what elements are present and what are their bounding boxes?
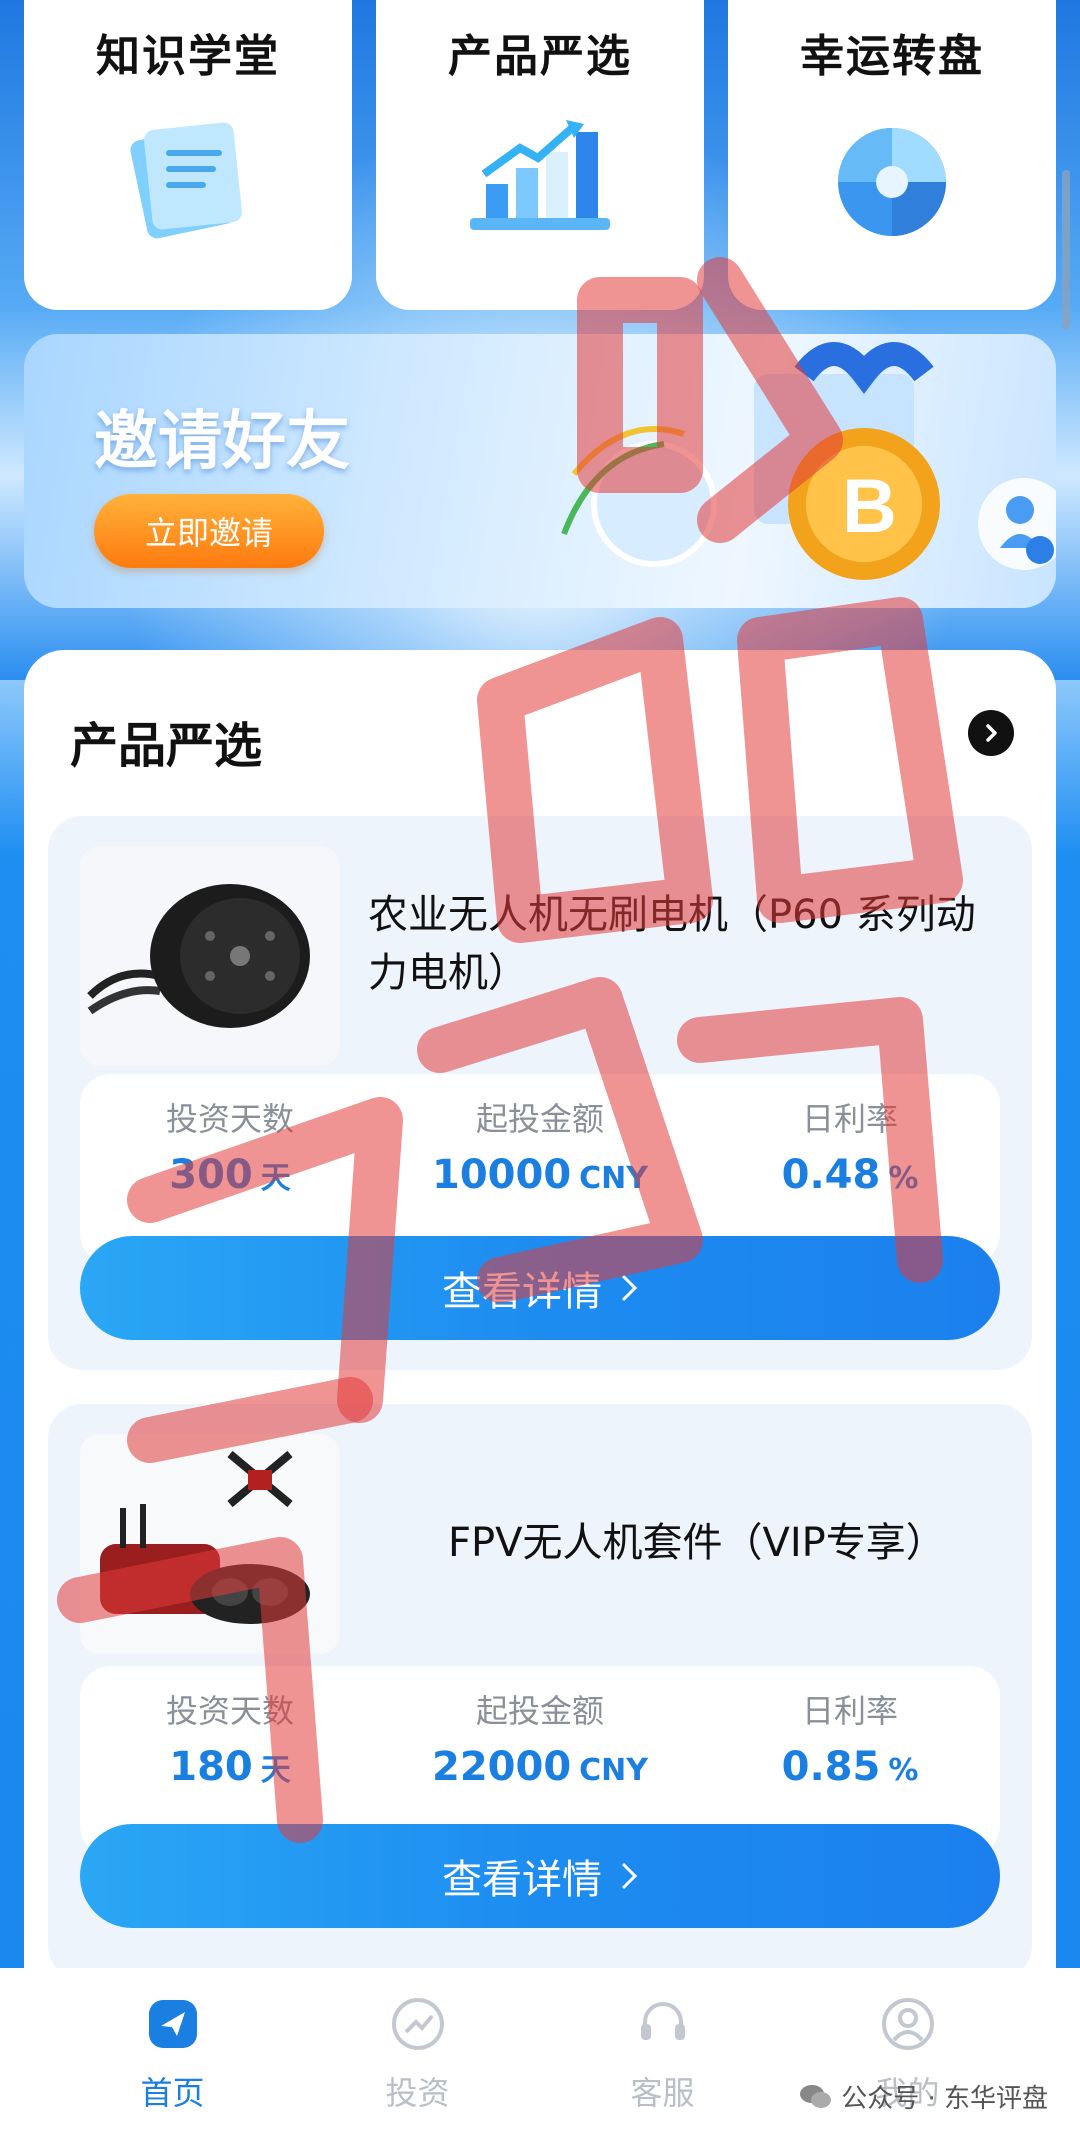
stat-min-amount: 起投金额 22000 CNY <box>390 1686 690 1790</box>
svg-text:B: B <box>842 464 897 549</box>
stat-daily-rate: 日利率 0.48% <box>700 1094 1000 1198</box>
tile-title: 产品严选 <box>448 31 632 82</box>
tile-knowledge[interactable]: 知识学堂 <box>24 0 352 310</box>
stat-value: 180 天 <box>80 1744 380 1790</box>
stat-value: 300 天 <box>80 1152 380 1198</box>
stat-number: 22000 <box>431 1744 572 1790</box>
stat-days: 投资天数 300 天 <box>80 1094 380 1198</box>
stat-daily-rate: 日利率 0.85% <box>700 1686 1000 1790</box>
stat-days: 投资天数 180 天 <box>80 1686 380 1790</box>
view-details-button[interactable]: 查看详情 <box>80 1236 1000 1340</box>
invest-icon <box>391 1998 444 2050</box>
tab-support[interactable]: 客服 <box>583 1968 743 2138</box>
tab-label: 投资 <box>385 2074 450 2112</box>
scrollbar[interactable] <box>1062 170 1070 330</box>
motor-photo <box>80 846 340 1066</box>
product-card[interactable]: FPV无人机套件（VIP专享） 投资天数 180 天 起投金额 22000 CNY … <box>48 1404 1032 1980</box>
stat-label: 起投金额 <box>475 1100 604 1138</box>
stat-label: 日利率 <box>801 1692 898 1730</box>
tile-products[interactable]: 产品严选 <box>376 0 704 310</box>
stat-label: 投资天数 <box>165 1692 294 1730</box>
tile-title: 知识学堂 <box>96 31 280 82</box>
stat-value: 0.48% <box>700 1152 1000 1198</box>
headset-icon <box>640 2002 685 2040</box>
invite-title: 邀请好友 <box>94 405 350 479</box>
stat-value: 10000 CNY <box>390 1152 690 1198</box>
stat-unit: % <box>888 1161 919 1196</box>
stat-unit: 天 <box>260 1753 291 1788</box>
stat-unit: CNY <box>579 1753 649 1788</box>
wheel-icon <box>838 128 946 236</box>
stat-number: 0.48 <box>781 1152 881 1198</box>
product-name: FPV无人机套件（VIP专享） <box>448 1520 946 1566</box>
tab-label: 客服 <box>630 2074 695 2112</box>
button-label: 查看详情 <box>442 1857 602 1903</box>
tab-home[interactable]: 首页 <box>93 1968 253 2138</box>
button-label: 查看详情 <box>442 1269 602 1315</box>
tab-invest[interactable]: 投资 <box>338 1968 498 2138</box>
footer-credit: 公众号 · 东华评盘 <box>799 2078 1048 2115</box>
document-icon <box>130 122 242 239</box>
tile-title: 幸运转盘 <box>800 31 984 82</box>
stat-number: 300 <box>169 1152 253 1198</box>
tab-label: 首页 <box>140 2074 205 2112</box>
invite-now-button[interactable]: 立即邀请 <box>94 494 324 568</box>
stat-label: 日利率 <box>801 1100 898 1138</box>
stat-label: 投资天数 <box>165 1100 294 1138</box>
stat-value: 22000 CNY <box>390 1744 690 1790</box>
chevron-right-icon <box>621 1862 638 1890</box>
gift-coin-illustration: B <box>561 342 1056 580</box>
tile-lucky-wheel[interactable]: 幸运转盘 <box>728 0 1056 310</box>
invite-banner[interactable]: 邀请好友 立即邀请 B <box>24 334 1056 608</box>
stat-label: 起投金额 <box>475 1692 604 1730</box>
stat-unit: 天 <box>260 1161 291 1196</box>
stat-min-amount: 起投金额 10000 CNY <box>390 1094 690 1198</box>
stat-unit: % <box>888 1753 919 1788</box>
stat-number: 10000 <box>431 1152 572 1198</box>
quick-tiles: 知识学堂 产品严选 幸运转盘 <box>24 0 1056 310</box>
section-title: 产品严选 <box>70 718 263 774</box>
wechat-icon <box>800 2084 832 2108</box>
home-icon <box>148 2000 197 2048</box>
products-card: 产品严选 农业无人机无刷电机（P60 系列动力电机） 投资天数 300 天 起投金… <box>24 650 1056 1980</box>
product-name: 农业无人机无刷电机（P60 系列动力电机） <box>368 892 976 996</box>
chevron-right-icon <box>621 1274 638 1302</box>
stat-number: 180 <box>169 1744 253 1790</box>
footer-credit-text: 公众号 · 东华评盘 <box>841 2084 1048 2114</box>
stat-unit: CNY <box>579 1161 649 1196</box>
chevron-right-icon[interactable] <box>968 710 1014 756</box>
drone-kit-photo <box>80 1434 340 1654</box>
product-card[interactable]: 农业无人机无刷电机（P60 系列动力电机） 投资天数 300 天 起投金额 100… <box>48 816 1032 1370</box>
stat-number: 0.85 <box>781 1744 881 1790</box>
stat-value: 0.85% <box>700 1744 1000 1790</box>
bar-chart-icon <box>470 120 610 230</box>
view-details-button[interactable]: 查看详情 <box>80 1824 1000 1928</box>
profile-icon <box>881 1998 934 2050</box>
